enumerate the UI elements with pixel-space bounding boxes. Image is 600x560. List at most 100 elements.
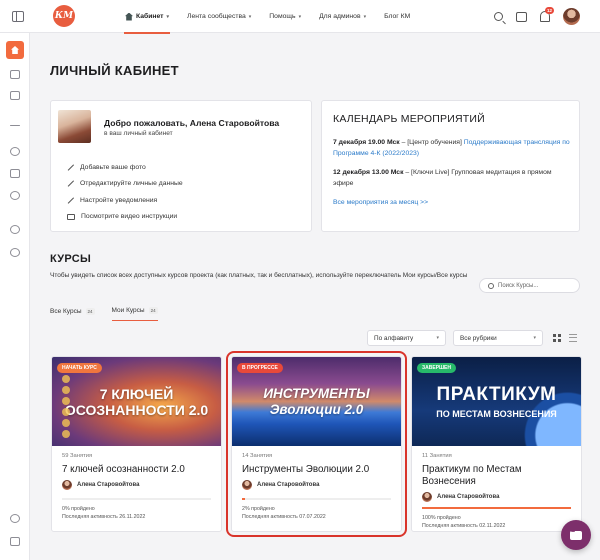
bell-icon[interactable]: 12 bbox=[540, 7, 554, 22]
event-date: 12 декабря 13.00 Мск bbox=[333, 169, 404, 176]
rail-item-home[interactable] bbox=[6, 41, 24, 59]
course-lessons: 59 Занятия bbox=[62, 453, 93, 459]
course-body: 59 Занятия 7 ключей осознанности 2.0 Але… bbox=[62, 453, 213, 490]
search-icon bbox=[488, 282, 494, 289]
courses-tabs: Все Курсы 24 Мои Курсы 24 bbox=[50, 307, 158, 321]
course-title[interactable]: Практикум по Местам Вознесения bbox=[422, 464, 573, 488]
banner-text: ИНСТРУМЕНТЫ Эволюции 2.0 bbox=[263, 385, 370, 417]
tab-label: Все Курсы bbox=[50, 307, 82, 315]
welcome-actions: Добавьте ваше фото Отредактируйте личные… bbox=[67, 159, 183, 225]
nav-item-label: Помощь bbox=[269, 13, 296, 20]
status-badge: В ПРОГРЕССЕ bbox=[237, 363, 283, 373]
nav-item-help[interactable]: Помощь ▾ bbox=[260, 0, 310, 33]
top-bar: КМ Кабинет ▾ Лента сообщества ▾ Помощь ▾… bbox=[0, 0, 600, 34]
course-banner[interactable]: 7 КЛЮЧЕЙ ОСОЗНАННОСТИ 2.0 НАЧАТЬ КУРС bbox=[52, 357, 221, 446]
nav-item-cabinet[interactable]: Кабинет ▾ bbox=[116, 0, 178, 34]
course-author[interactable]: Алена Старовойтова bbox=[422, 492, 573, 502]
welcome-card: Добро пожаловать, Алена Старовойтова в в… bbox=[50, 100, 312, 232]
action-notifications[interactable]: Настройте уведомления bbox=[67, 192, 183, 209]
sidebar-toggle-icon[interactable] bbox=[12, 11, 24, 22]
groups-icon[interactable] bbox=[10, 147, 20, 156]
settings-icon[interactable] bbox=[10, 514, 20, 523]
site-logo[interactable]: КМ bbox=[53, 5, 75, 27]
course-meta: 0% пройдено Последняя активность 26.11.2… bbox=[62, 506, 146, 520]
search-icon[interactable] bbox=[494, 12, 503, 21]
course-banner[interactable]: ИНСТРУМЕНТЫ Эволюции 2.0 В ПРОГРЕССЕ bbox=[232, 357, 401, 446]
sort-select-value: По алфавиту bbox=[374, 334, 414, 342]
events-title: КАЛЕНДАРЬ МЕРОПРИЯТИЙ bbox=[333, 113, 485, 125]
briefcase-icon[interactable] bbox=[10, 91, 20, 100]
collapse-icon[interactable] bbox=[10, 537, 20, 546]
pencil-icon bbox=[67, 197, 74, 204]
action-video-guide[interactable]: Посмотрите видео инструкции bbox=[67, 209, 183, 226]
nav-item-label: Для админов bbox=[319, 13, 361, 20]
chat-icon bbox=[570, 529, 582, 540]
course-card[interactable]: 7 КЛЮЧЕЙ ОСОЗНАННОСТИ 2.0 НАЧАТЬ КУРС 59… bbox=[51, 356, 222, 532]
home-icon bbox=[11, 46, 19, 54]
home-icon bbox=[125, 12, 133, 21]
main-nav: Кабинет ▾ Лента сообщества ▾ Помощь ▾ Дл… bbox=[116, 0, 419, 34]
action-add-photo[interactable]: Добавьте ваше фото bbox=[67, 159, 183, 176]
welcome-greeting: Добро пожаловать, Алена Старовойтова bbox=[104, 118, 280, 128]
tab-my-courses[interactable]: Мои Курсы 24 bbox=[111, 307, 158, 321]
avatar bbox=[422, 492, 432, 502]
pencil-icon bbox=[67, 180, 74, 187]
course-author[interactable]: Алена Старовойтова bbox=[242, 480, 393, 490]
graduation-cap-icon[interactable] bbox=[10, 70, 20, 79]
grid-view-icon[interactable] bbox=[553, 334, 561, 342]
tab-all-courses[interactable]: Все Курсы 24 bbox=[50, 307, 95, 321]
author-name: Алена Старовойтова bbox=[77, 482, 140, 488]
course-card[interactable]: ПРАКТИКУМ ПО МЕСТАМ ВОЗНЕСЕНИЯ ЗАВЕРШЕН … bbox=[411, 356, 582, 532]
courses-search-input[interactable]: Поиск Курсы... bbox=[479, 278, 580, 293]
chat-button[interactable] bbox=[561, 520, 591, 550]
nav-item-blog[interactable]: Блог КМ bbox=[375, 0, 419, 33]
welcome-subtitle: в ваш личный кабинет bbox=[104, 130, 173, 137]
courses-description: Чтобы увидеть список всех доступных курс… bbox=[50, 272, 468, 279]
nav-item-label: Блог КМ bbox=[384, 13, 411, 20]
course-banner[interactable]: ПРАКТИКУМ ПО МЕСТАМ ВОЗНЕСЕНИЯ ЗАВЕРШЕН bbox=[412, 357, 581, 446]
progress-bar bbox=[422, 507, 571, 509]
action-label: Посмотрите видео инструкции bbox=[81, 213, 178, 221]
course-card-highlighted[interactable]: ИНСТРУМЕНТЫ Эволюции 2.0 В ПРОГРЕССЕ 14 … bbox=[226, 351, 407, 537]
events-card: КАЛЕНДАРЬ МЕРОПРИЯТИЙ 7 декабря 19.00 Мс… bbox=[321, 100, 580, 232]
action-edit-profile[interactable]: Отредактируйте личные данные bbox=[67, 176, 183, 193]
inbox-icon[interactable] bbox=[516, 11, 527, 22]
profile-photo[interactable] bbox=[58, 110, 91, 143]
search-placeholder: Поиск Курсы... bbox=[498, 282, 539, 289]
event-item: 12 декабря 13.00 Мск – [Ключи Live] Груп… bbox=[333, 168, 573, 189]
nav-item-community-feed[interactable]: Лента сообщества ▾ bbox=[178, 0, 260, 33]
category-select-value: Все рубрики bbox=[460, 334, 497, 342]
chevron-down-icon: ▾ bbox=[363, 13, 367, 20]
list-view-icon[interactable] bbox=[569, 334, 577, 342]
all-events-link[interactable]: Все мероприятия за месяц >> bbox=[333, 198, 573, 209]
chevron-down-icon: ▾ bbox=[533, 335, 536, 341]
banner-text: 7 КЛЮЧЕЙ ОСОЗНАННОСТИ 2.0 bbox=[64, 385, 209, 418]
author-name: Алена Старовойтова bbox=[437, 494, 500, 500]
action-label: Настройте уведомления bbox=[80, 196, 158, 204]
event-date: 7 декабря 19.00 Мск bbox=[333, 139, 400, 146]
tab-label: Мои Курсы bbox=[111, 307, 145, 314]
nav-item-admins[interactable]: Для админов ▾ bbox=[310, 0, 375, 33]
avatar[interactable] bbox=[563, 8, 580, 25]
course-lessons: 11 Занятия bbox=[422, 453, 452, 459]
activity-icon[interactable] bbox=[10, 125, 20, 126]
members-icon[interactable] bbox=[10, 191, 20, 200]
course-author[interactable]: Алена Старовойтова bbox=[62, 480, 213, 490]
chat-icon[interactable] bbox=[10, 169, 20, 178]
course-body: 11 Занятия Практикум по Местам Вознесени… bbox=[422, 453, 573, 502]
header-actions: 12 bbox=[494, 7, 580, 25]
sort-select[interactable]: По алфавиту ▾ bbox=[367, 330, 446, 346]
chevron-down-icon: ▾ bbox=[166, 13, 170, 20]
help-icon[interactable] bbox=[10, 225, 20, 234]
page-title: ЛИЧНЫЙ КАБИНЕТ bbox=[50, 63, 179, 78]
category-select[interactable]: Все рубрики ▾ bbox=[453, 330, 543, 346]
courses-title: КУРСЫ bbox=[50, 253, 92, 265]
course-title[interactable]: 7 ключей осознанности 2.0 bbox=[62, 464, 213, 476]
action-label: Добавьте ваше фото bbox=[80, 163, 146, 171]
course-title[interactable]: Инструменты Эволюции 2.0 bbox=[242, 464, 393, 476]
progress-fill bbox=[242, 498, 245, 500]
chevron-down-icon: ▾ bbox=[298, 13, 302, 20]
event-text: – [Центр обучения] bbox=[399, 139, 464, 146]
help-alt-icon[interactable] bbox=[10, 248, 20, 257]
progress-fill bbox=[422, 507, 571, 509]
